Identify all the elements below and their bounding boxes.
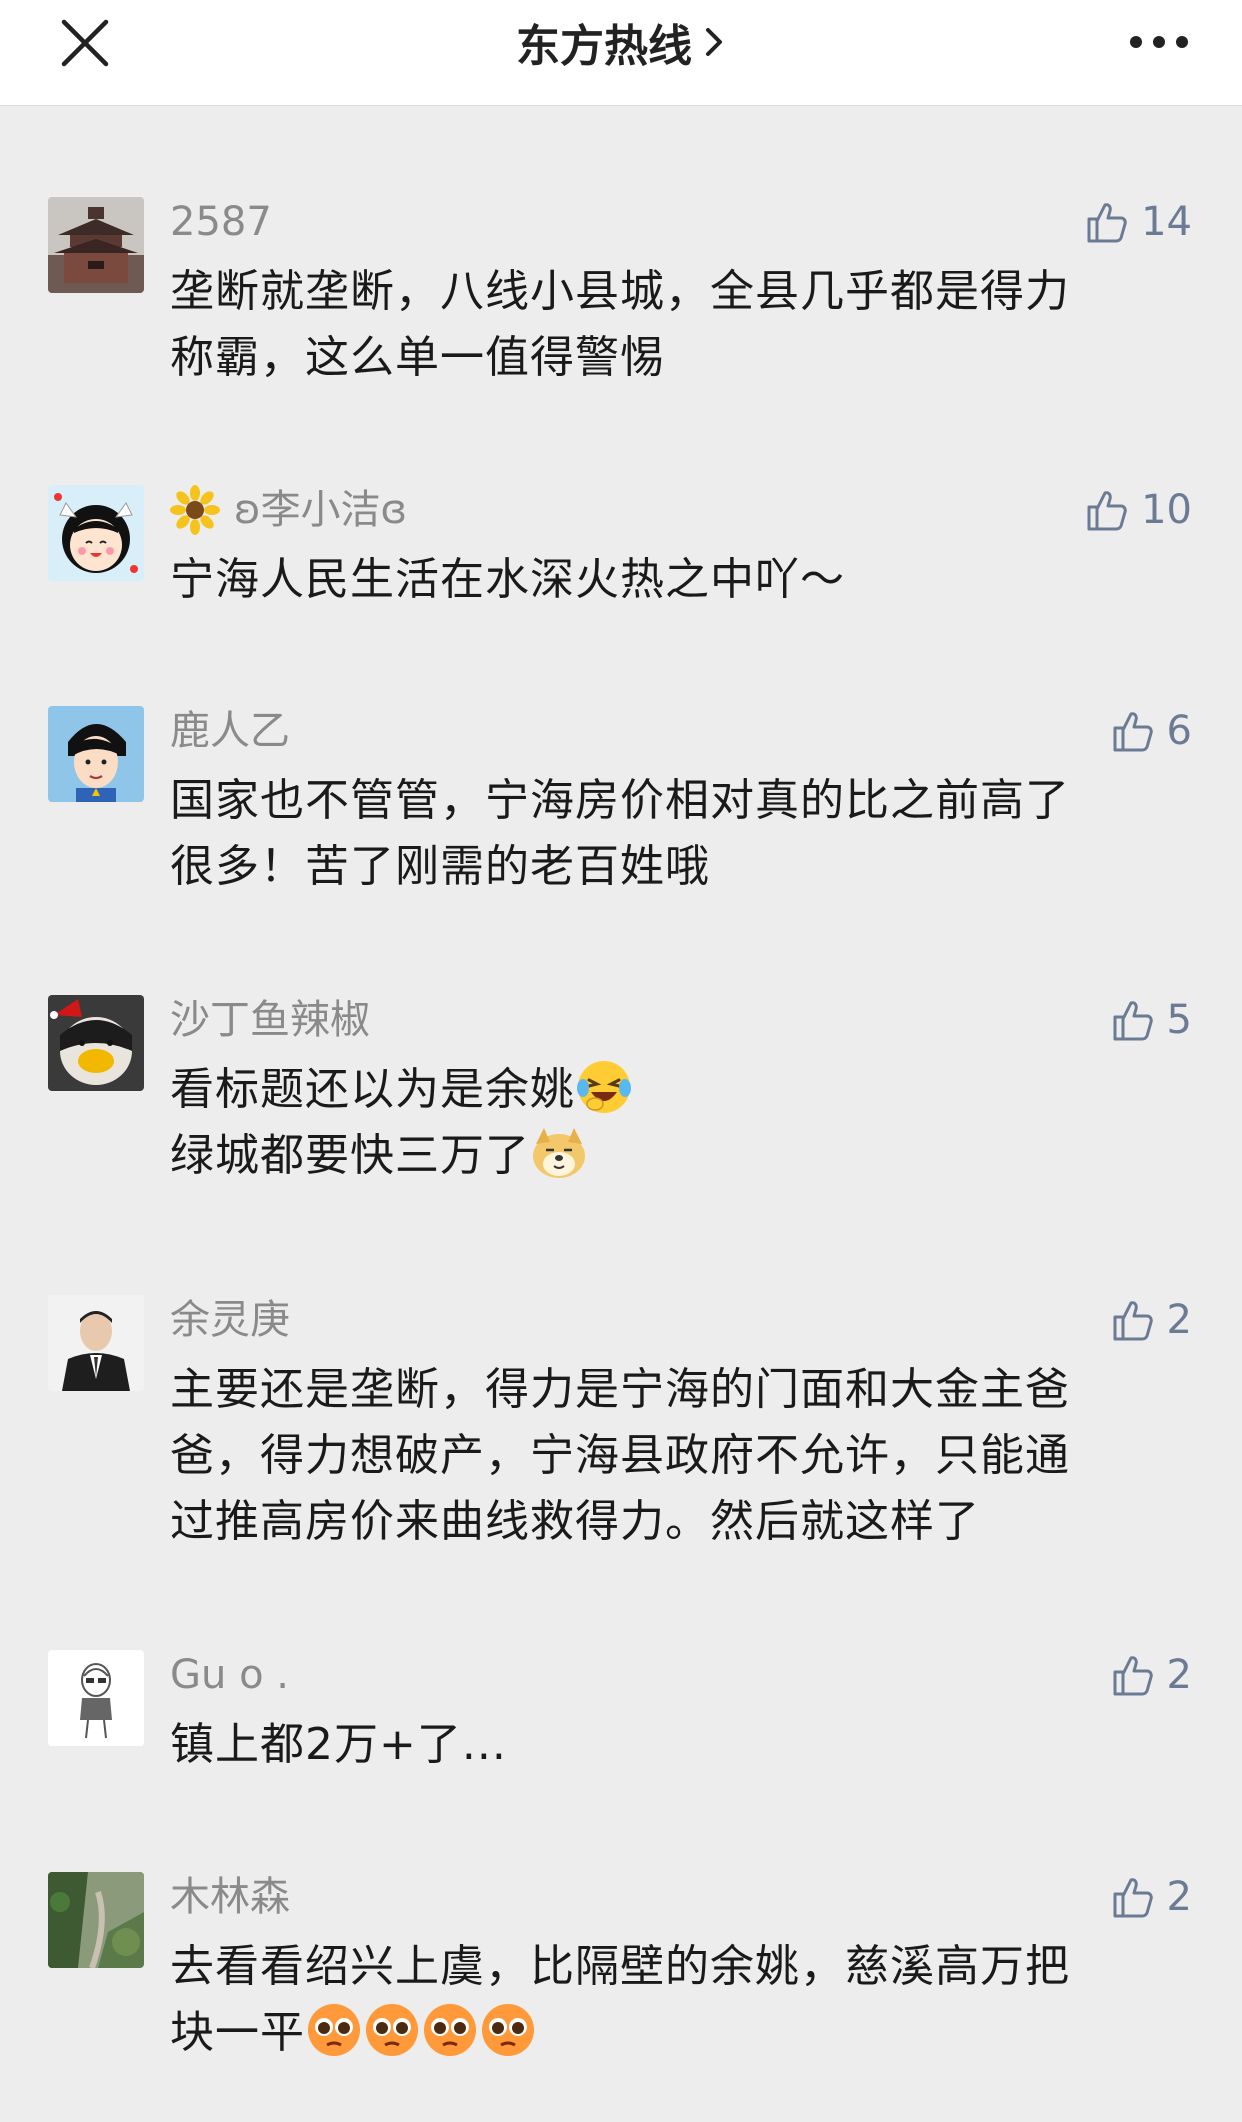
like-button[interactable]: 10 [1083,483,1192,537]
like-button[interactable]: 14 [1083,195,1192,249]
comment-line: 镇上都2万+了... [170,1719,507,1770]
comment-line: 看标题还以为是余姚 [170,1057,1192,1123]
more-dots-icon [1130,36,1188,48]
like-count: 5 [1166,997,1192,1043]
comment-text: 去看看绍兴上虞，比隔壁的余姚，慈溪高万把 块一平 [170,1934,1192,2066]
like-count: 14 [1141,199,1192,245]
page-title: 东方热线 [516,21,692,72]
avatar[interactable] [48,485,144,581]
comment-nickname: Gu o . [170,1652,289,1698]
like-count: 2 [1166,1297,1192,1343]
comment-line-text: 块一平 [170,2007,305,2058]
account-title-link[interactable]: 东方热线 [0,14,1242,72]
thumbs-up-icon [1113,1001,1153,1041]
comment-line: 宁海人民生活在水深火热之中吖～ [170,554,845,605]
pleading-face-emoji [424,2004,476,2056]
doge-emoji [533,1128,585,1178]
like-button[interactable]: 5 [1109,993,1192,1047]
comment-line: 主要还是垄断，得力是宁海的门面和大金主爸 [170,1364,1070,1415]
comment-nickname: 余灵庚 [170,1297,290,1343]
like-button[interactable]: 2 [1109,1870,1192,1924]
thumbs-up-icon [1113,712,1153,752]
comment-text: 垄断就垄断，八线小县城，全县几乎都是得力 称霸，这么单一值得警惕 [170,259,1192,391]
thumbs-up-icon [1113,1878,1153,1918]
like-button[interactable]: 2 [1109,1293,1192,1347]
pleading-face-emoji [482,2004,534,2056]
like-count: 2 [1166,1874,1192,1920]
thumbs-up-icon [1113,1301,1153,1341]
comment-nickname: 木林森 [170,1874,290,1920]
comment-nickname: 沙丁鱼辣椒 [170,997,370,1043]
like-button[interactable]: 2 [1109,1648,1192,1702]
comment-line: 绿城都要快三万了 [170,1123,1192,1189]
comment-text: 镇上都2万+了... [170,1712,1192,1778]
comment-text: 看标题还以为是余姚 绿城都要快三万了 [170,1057,1192,1189]
top-bar: 东方热线 [0,0,1242,106]
comment-line: 国家也不管管，宁海房价相对真的比之前高了 [170,775,1070,826]
comment-line: 垄断就垄断，八线小县城，全县几乎都是得力 [170,266,1070,317]
like-count: 10 [1141,487,1192,533]
comment-line: 过推高房价来曲线救得力。然后就这样了 [170,1496,980,1547]
pleading-face-emoji [308,2004,360,2056]
sunflower-icon [170,485,220,535]
thumbs-up-icon [1087,203,1127,243]
comment-text: 宁海人民生活在水深火热之中吖～ [170,547,1192,613]
comment-text: 国家也不管管，宁海房价相对真的比之前高了 很多！苦了刚需的老百姓哦 [170,768,1192,900]
more-button[interactable] [1126,20,1192,64]
avatar[interactable] [48,995,144,1091]
comment-line-text: 绿城都要快三万了 [170,1130,530,1181]
thumbs-up-icon [1087,491,1127,531]
avatar[interactable] [48,706,144,802]
nickname-label: ʚ李小洁ɞ [234,487,408,533]
comment-nickname: 鹿人乙 [170,708,290,754]
like-count: 2 [1166,1652,1192,1698]
comment-line: 爸，得力想破产，宁海县政府不允许，只能通 [170,1430,1070,1481]
avatar[interactable] [48,197,144,293]
thumbs-up-icon [1113,1656,1153,1696]
like-button[interactable]: 6 [1109,704,1192,758]
avatar[interactable] [48,1650,144,1746]
like-count: 6 [1166,708,1192,754]
comment-line-text: 看标题还以为是余姚 [170,1064,575,1115]
comment-nickname: 2587 [170,199,272,245]
comment-line: 很多！苦了刚需的老百姓哦 [170,841,710,892]
comment-text: 主要还是垄断，得力是宁海的门面和大金主爸 爸，得力想破产，宁海县政府不允许，只能… [170,1357,1192,1555]
comment-line: 去看看绍兴上虞，比隔壁的余姚，慈溪高万把 [170,1941,1070,1992]
avatar[interactable] [48,1872,144,1968]
pleading-face-emoji [366,2004,418,2056]
avatar[interactable] [48,1295,144,1391]
chevron-right-icon [706,28,722,56]
comment-nickname: ʚ李小洁ɞ [170,485,407,535]
comment-line: 称霸，这么单一值得警惕 [170,332,665,383]
comment-line: 块一平 [170,2000,1192,2066]
laughing-crying-emoji [577,1061,631,1113]
